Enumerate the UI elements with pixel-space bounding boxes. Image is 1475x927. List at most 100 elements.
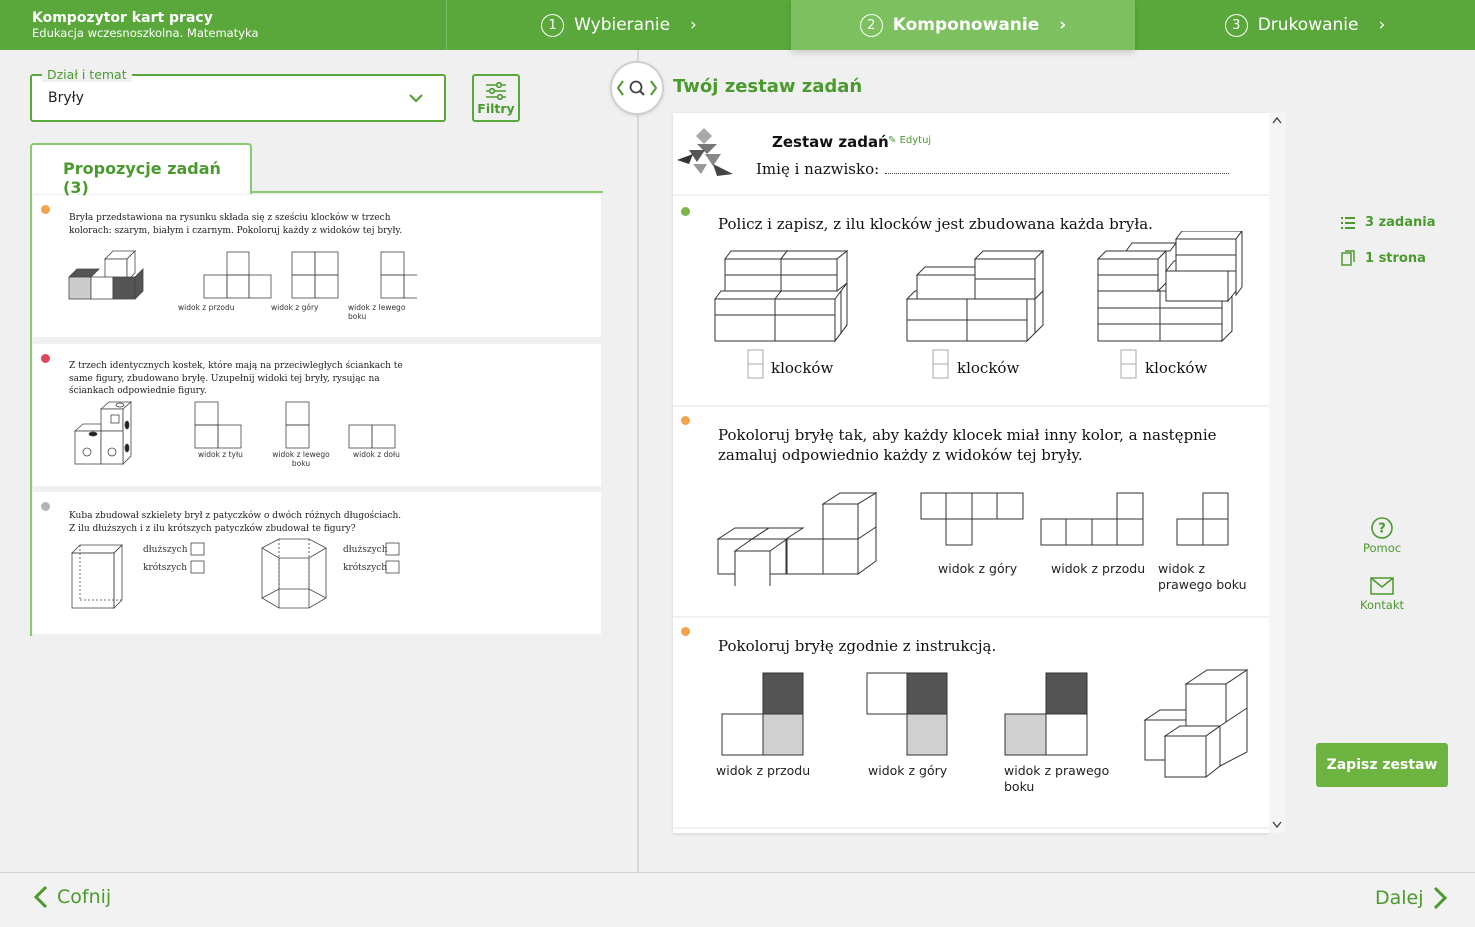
app-title: Kompozytor kart pracy [32, 10, 213, 26]
pages-count: 1 strona [1341, 250, 1426, 266]
task-label: widok z przodu [1051, 561, 1146, 576]
sliders-icon [486, 82, 506, 100]
proposal-card-3[interactable]: Kuba zbudował szkielety brył z patyczków… [33, 492, 601, 634]
task-text: Pokoloruj bryłę zgodnie z instrukcją. [718, 637, 997, 655]
list-border [30, 192, 32, 636]
zoom-toggle-icon [616, 80, 658, 96]
step-komponowanie[interactable]: 2 Komponowanie › [791, 0, 1135, 50]
proposal-text: Bryła przedstawiona na rysunku składa si… [69, 213, 403, 236]
app-brand: Kompozytor kart pracy Edukacja wczesnosz… [0, 0, 447, 50]
answer-box[interactable] [932, 349, 952, 381]
tasks-count-label: 3 zadania [1365, 215, 1436, 230]
name-label: Imię i nazwisko: [756, 160, 880, 178]
page-icon [1341, 250, 1355, 266]
step-drukowanie[interactable]: 3 Drukowanie › [1135, 0, 1475, 50]
edit-title-link[interactable]: ✎ Edytuj [888, 135, 931, 146]
back-button[interactable]: Cofnij [33, 885, 111, 909]
help-label: Pomoc [1362, 541, 1402, 555]
tasks-count: 3 zadania [1341, 215, 1435, 230]
filters-button[interactable]: Filtry [472, 74, 520, 122]
step-number: 2 [859, 13, 883, 37]
step-label: Wybieranie [574, 15, 671, 35]
contact-link[interactable]: Kontakt [1352, 577, 1412, 612]
answer-box[interactable] [747, 349, 767, 381]
topic-select-value: Bryły [48, 90, 84, 106]
chevron-down-icon[interactable] [1272, 821, 1282, 829]
status-dot [681, 416, 690, 425]
step-wybieranie[interactable]: 1 Wybieranie › [447, 0, 791, 50]
proposal-label: dłuższych [143, 545, 188, 555]
status-dot [41, 205, 50, 214]
task-text: Pokoloruj bryłę tak, aby każdy klocek mi… [718, 426, 1217, 464]
proposal-figure [68, 250, 417, 300]
proposal-figure [73, 401, 396, 465]
status-dot [681, 627, 690, 636]
proposal-card-1[interactable]: Bryła przedstawiona na rysunku składa si… [33, 195, 601, 337]
task-label: widok z góry [868, 763, 948, 778]
filters-label: Filtry [477, 101, 515, 116]
step-number: 3 [1224, 13, 1248, 37]
set-title: Twój zestaw zadań [673, 76, 863, 97]
proposal-label: krótszych [343, 563, 388, 573]
proposal-label: krótszych [143, 563, 188, 573]
tab-underline [250, 191, 603, 193]
svg-text:?: ? [1378, 522, 1386, 537]
mail-icon [1370, 577, 1394, 595]
divider [673, 827, 1269, 829]
app-subtitle: Edukacja wczesnoszkolna. Matematyka [32, 26, 259, 40]
proposal-label: dłuższych [343, 545, 388, 555]
topic-select-label: Dział i temat [42, 67, 132, 82]
proposal-text: Kuba zbudował szkielety brył z patyczków… [69, 511, 402, 534]
task-label: widok z góry [938, 561, 1018, 576]
contact-label: Kontakt [1359, 598, 1405, 612]
footer-bar [0, 872, 1475, 927]
chevron-right-icon: › [1059, 15, 1067, 35]
tangram-logo [677, 128, 733, 176]
panel-divider [637, 50, 639, 872]
name-line [885, 173, 1229, 174]
save-set-button[interactable]: Zapisz zestaw [1316, 743, 1448, 787]
chevron-up-icon[interactable] [1272, 116, 1282, 124]
task-label: widok z prawego boku [1158, 561, 1247, 592]
status-dot [41, 354, 50, 363]
back-label: Cofnij [57, 886, 112, 908]
panel-toggle-button[interactable] [610, 61, 664, 115]
task-label: klocków [1145, 359, 1208, 377]
proposal-text: Z trzech identycznych kostek, które mają… [69, 361, 403, 396]
edit-label: Edytuj [899, 135, 932, 146]
step-label: Drukowanie [1257, 15, 1359, 35]
status-dot [41, 502, 50, 511]
chevron-down-icon [409, 94, 423, 103]
worksheet-preview: Zestaw zadań ✎ Edytuj Imię i nazwisko: P… [673, 113, 1269, 833]
step-number: 1 [541, 13, 565, 37]
status-dot [681, 207, 690, 216]
task-label: klocków [957, 359, 1020, 377]
proposal-label: widok z lewego boku [272, 450, 330, 468]
proposal-label: widok z dołu [353, 450, 400, 459]
tab-proposals[interactable]: Propozycje zadań (3) [30, 143, 252, 197]
task-label: widok z przodu [716, 763, 811, 778]
top-bar: Kompozytor kart pracy Edukacja wczesnosz… [0, 0, 1475, 50]
topic-select[interactable]: Dział i temat Bryły [30, 67, 446, 122]
help-link[interactable]: ? Pomoc [1352, 516, 1412, 555]
proposal-card-2[interactable]: Z trzech identycznych kostek, które mają… [33, 344, 601, 486]
proposal-label: widok z góry [271, 303, 319, 312]
help-icon: ? [1371, 517, 1393, 539]
divider [673, 194, 1269, 196]
next-label: Dalej [1375, 887, 1424, 909]
chevron-right-icon: › [690, 15, 697, 35]
chevron-left-icon [33, 885, 48, 909]
step-label: Komponowanie [892, 15, 1040, 35]
proposal-label: widok z tyłu [198, 450, 243, 459]
task-label: klocków [771, 359, 834, 377]
proposal-label: widok z lewego boku [348, 303, 406, 321]
pencil-icon: ✎ [888, 135, 897, 146]
worksheet-scrollbar[interactable] [1269, 113, 1285, 833]
chevron-right-icon [1433, 886, 1447, 910]
next-button[interactable]: Dalej [1375, 886, 1448, 910]
task-label: widok z prawego boku [1004, 763, 1110, 794]
divider [673, 616, 1269, 618]
worksheet-title: Zestaw zadań [772, 133, 889, 151]
proposal-label: widok z przodu [178, 303, 235, 312]
answer-box[interactable] [1120, 349, 1140, 381]
